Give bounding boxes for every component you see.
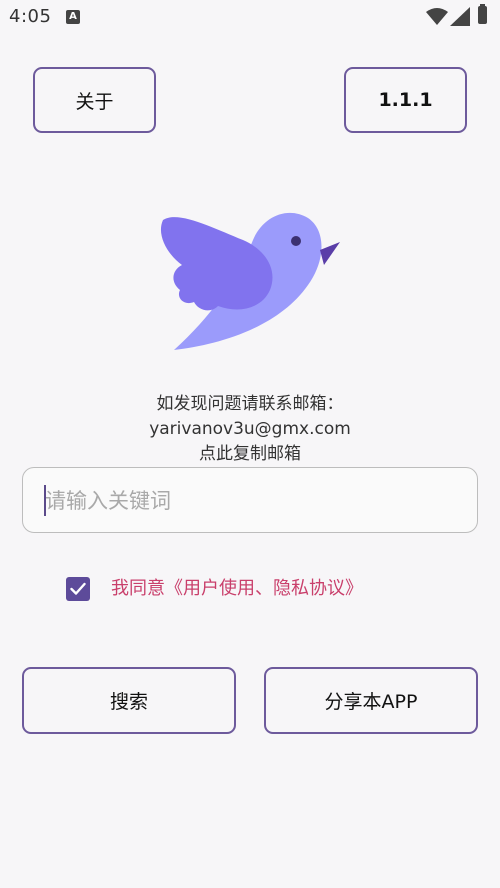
search-button[interactable]: 搜索 [22,667,236,734]
notification-a-icon: A [66,10,80,24]
status-bar: 4:05 A [0,0,500,34]
bird-logo-icon [160,212,340,350]
contact-prompt: 如发现问题请联系邮箱： [156,394,344,414]
copy-email-link[interactable]: 点此复制邮箱 [0,442,500,467]
status-time: 4:05 [9,6,52,27]
notification-a-letter: A [69,11,77,22]
agreement-link[interactable]: 我同意《用户使用、隐私协议》 [111,577,363,601]
agreement-checkbox[interactable] [66,577,90,601]
version-button[interactable]: 1.1.1 [344,67,467,133]
contact-email[interactable]: yarivanov3u@gmx.com [0,417,500,442]
share-app-button[interactable]: 分享本APP [264,667,478,734]
about-button[interactable]: 关于 [33,67,156,133]
wifi-icon [426,8,448,25]
battery-icon [478,4,487,24]
text-cursor [44,485,46,516]
check-icon [70,582,86,595]
signal-icon [450,7,470,26]
contact-block[interactable]: 如发现问题请联系邮箱： yarivanov3u@gmx.com 点此复制邮箱 [0,392,500,467]
search-field[interactable] [22,467,478,533]
search-input[interactable] [43,468,457,533]
